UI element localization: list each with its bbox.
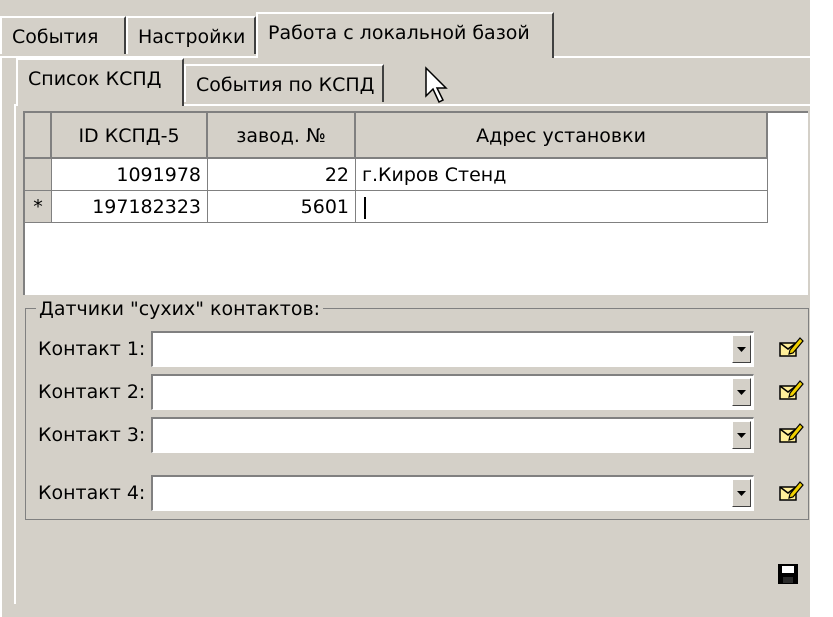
contact-3-select[interactable]: [151, 417, 754, 453]
kspd-grid[interactable]: ID КСПД-5 завод. № Адрес установки 10919…: [23, 111, 808, 295]
save-icon[interactable]: [777, 563, 799, 585]
contact-1-select[interactable]: [151, 331, 754, 367]
column-header-address[interactable]: Адрес установки: [356, 113, 768, 159]
edit-icon[interactable]: [778, 335, 804, 359]
edit-icon[interactable]: [778, 421, 804, 445]
tab-settings-label: Настройки: [138, 26, 246, 48]
tab-kspd-events-label: События по КСПД: [196, 74, 375, 96]
tab-local-database[interactable]: Работа с локальной базой: [256, 12, 554, 58]
contact-2-select[interactable]: [151, 374, 754, 410]
chevron-down-icon[interactable]: [732, 335, 751, 363]
chevron-down-icon[interactable]: [732, 378, 751, 406]
right-edge: [810, 0, 833, 617]
text-caret: [364, 196, 366, 219]
chevron-down-icon[interactable]: [732, 421, 751, 449]
tab-kspd-list[interactable]: Список КСПД: [16, 58, 184, 106]
contact-3-label: Контакт 3:: [38, 424, 146, 446]
chevron-down-icon[interactable]: [732, 479, 751, 507]
cell-id[interactable]: 1091978: [52, 159, 208, 191]
contact-1-label: Контакт 1:: [38, 338, 146, 360]
tab-events[interactable]: События: [0, 16, 126, 54]
tab-kspd-list-label: Список КСПД: [28, 68, 162, 90]
cell-factory-no[interactable]: 5601: [208, 191, 356, 223]
cell-address[interactable]: г.Киров Стенд: [356, 159, 768, 191]
column-header-id[interactable]: ID КСПД-5: [52, 113, 208, 159]
cell-address-editing[interactable]: [356, 191, 768, 223]
column-header-factory-no[interactable]: завод. №: [208, 113, 356, 159]
contact-4-label: Контакт 4:: [38, 482, 146, 504]
tab-kspd-events[interactable]: События по КСПД: [184, 64, 384, 102]
tab-settings[interactable]: Настройки: [126, 16, 256, 54]
mouse-pointer-icon: [425, 66, 448, 104]
row-indicator-new[interactable]: *: [25, 191, 52, 223]
row-indicator[interactable]: [25, 159, 52, 191]
tab-events-label: События: [12, 26, 99, 48]
cell-factory-no[interactable]: 22: [208, 159, 356, 191]
contact-2-label: Контакт 2:: [38, 381, 146, 403]
edit-icon[interactable]: [778, 378, 804, 402]
edit-icon[interactable]: [778, 479, 804, 503]
tab-local-database-label: Работа с локальной базой: [268, 22, 530, 44]
cell-id[interactable]: 197182323: [52, 191, 208, 223]
grid-corner: [25, 113, 52, 159]
dry-contacts-legend: Датчики "сухих" контактов:: [36, 298, 324, 320]
contact-4-select[interactable]: [151, 475, 754, 511]
